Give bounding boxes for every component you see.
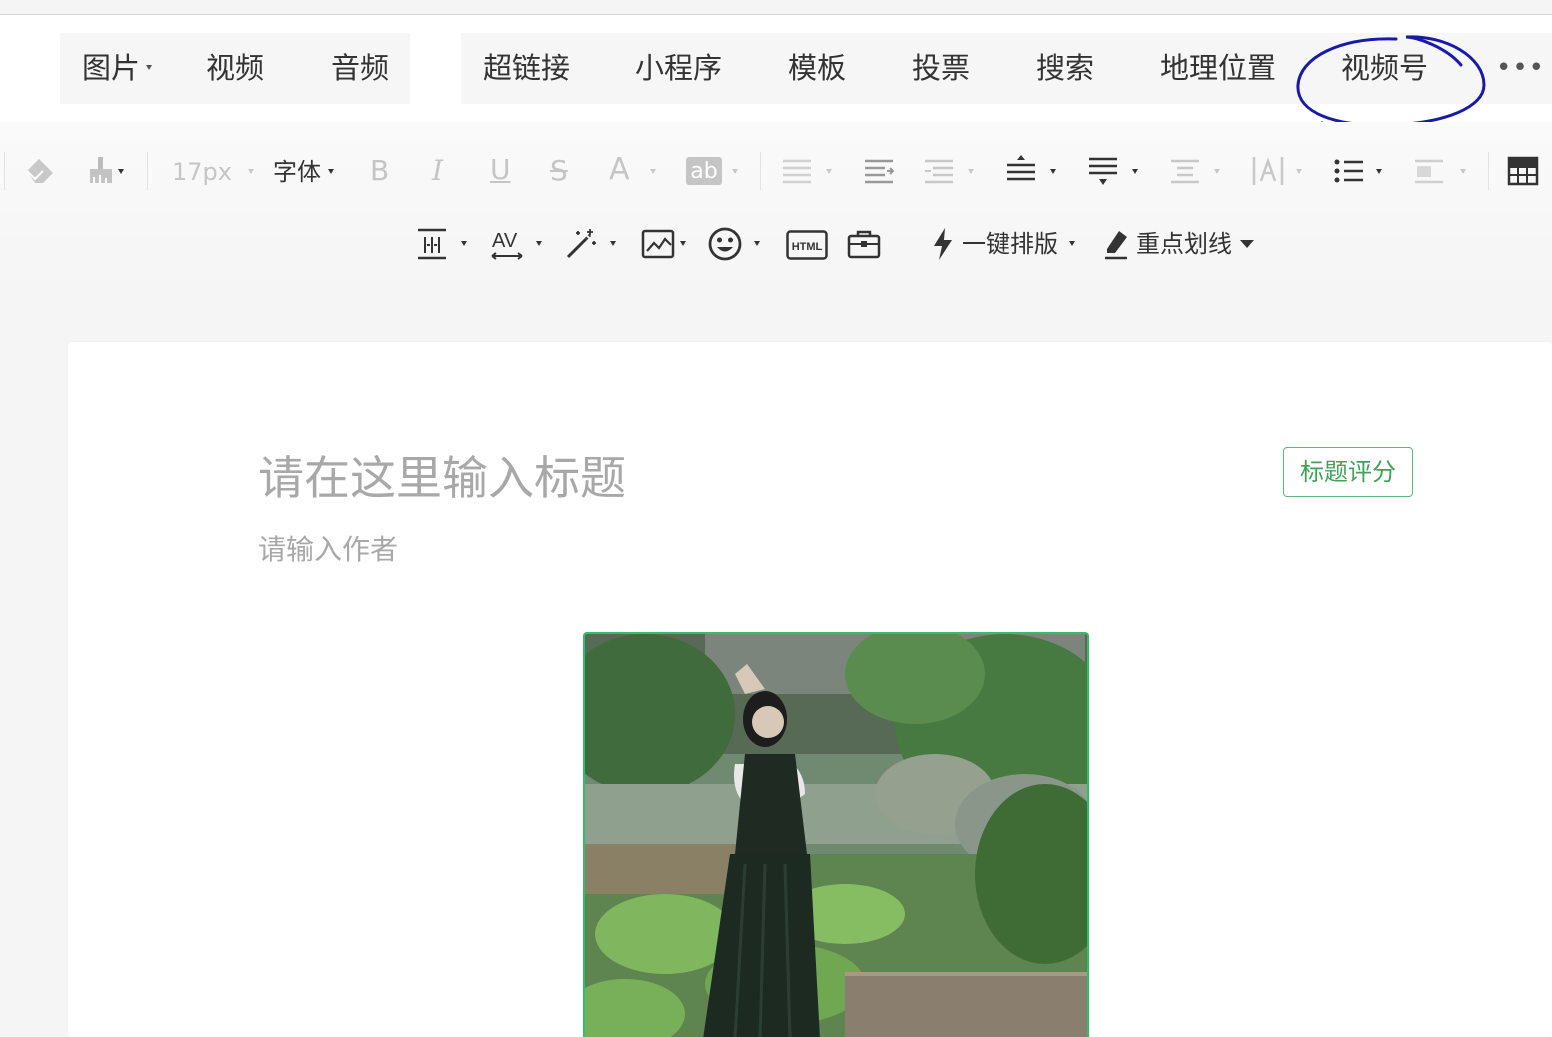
toolbox-icon[interactable] [846, 227, 882, 261]
toolbar-divider [147, 152, 148, 190]
chevron-down-icon [146, 64, 153, 70]
outdent-icon[interactable] [922, 156, 956, 186]
strikethrough-button[interactable]: S [550, 155, 568, 187]
toolbar-divider [1488, 152, 1489, 190]
chevron-down-icon[interactable] [1240, 240, 1254, 248]
chevron-down-icon[interactable] [1132, 169, 1138, 174]
menu-channels[interactable]: 视频号 [1341, 33, 1428, 104]
emoji-icon[interactable] [706, 225, 744, 263]
title-input[interactable]: 请在这里输入标题 [258, 442, 626, 508]
char-spacing-icon[interactable]: AV [488, 226, 526, 262]
tools-group: 超链接 小程序 模板 投票 搜索 地理位置 视频号 ••• [461, 33, 1552, 104]
menu-video[interactable]: 视频 [206, 33, 264, 104]
chevron-down-icon[interactable] [610, 241, 616, 246]
chevron-down-icon[interactable] [1214, 169, 1220, 174]
chevron-down-icon[interactable] [461, 241, 467, 246]
menu-mini-program[interactable]: 小程序 [635, 33, 722, 104]
editor-canvas: 请在这里输入标题 请输入作者 标题评分 [68, 342, 1552, 1037]
chevron-down-icon[interactable] [1050, 169, 1056, 174]
menu-image-label: 图片 [82, 51, 141, 85]
chevron-down-icon[interactable] [1296, 169, 1302, 174]
menu-location[interactable]: 地理位置 [1160, 33, 1276, 104]
media-group: 图片 视频 音频 [60, 33, 410, 104]
more-icon[interactable]: ••• [1496, 33, 1545, 104]
article-image[interactable] [583, 632, 1089, 1037]
chevron-down-icon[interactable] [826, 169, 832, 174]
photo-content [585, 634, 1087, 1037]
bg-color-button[interactable]: ab [686, 157, 722, 185]
insert-menu-bar: 图片 视频 音频 超链接 小程序 模板 投票 搜索 地理位置 视频号 ••• [0, 15, 1552, 135]
svg-text:AV: AV [492, 230, 518, 252]
insert-divider-icon[interactable] [414, 226, 450, 262]
html-label: HTML [792, 241, 823, 253]
letter-spacing-icon[interactable] [1250, 154, 1286, 188]
lightning-icon[interactable] [930, 226, 956, 262]
highlight-underline-button[interactable]: 重点划线 [1136, 228, 1232, 260]
italic-button[interactable]: I [432, 155, 443, 187]
menu-audio[interactable]: 音频 [331, 33, 389, 104]
title-score-button[interactable]: 标题评分 [1283, 447, 1413, 497]
format-painter-icon[interactable] [84, 150, 118, 190]
html-icon[interactable]: HTML [786, 230, 828, 260]
chevron-down-icon[interactable] [536, 241, 542, 246]
marker-icon[interactable] [1102, 226, 1130, 262]
float-align-icon[interactable] [1412, 156, 1446, 186]
bold-button[interactable]: B [370, 155, 389, 187]
chevron-down-icon[interactable] [118, 169, 124, 174]
font-size-select[interactable]: 17px [172, 156, 232, 188]
chevron-down-icon[interactable] [680, 241, 686, 246]
menu-image[interactable]: 图片 [82, 33, 153, 104]
chevron-down-icon[interactable] [732, 169, 738, 174]
eraser-icon[interactable] [20, 150, 60, 190]
list-icon[interactable] [1332, 156, 1366, 186]
paragraph-spacing-icon[interactable] [1004, 152, 1038, 188]
table-icon[interactable] [1506, 154, 1540, 188]
menu-vote[interactable]: 投票 [912, 33, 970, 104]
menu-search[interactable]: 搜索 [1036, 33, 1094, 104]
one-click-layout-button[interactable]: 一键排版 [962, 228, 1058, 260]
chevron-down-icon[interactable] [1460, 169, 1466, 174]
toolbar-divider [4, 152, 5, 190]
font-color-button[interactable]: A [609, 154, 630, 186]
indent-both-icon[interactable] [1168, 156, 1202, 186]
font-family-select[interactable]: 字体 [273, 156, 321, 188]
menu-hyperlink[interactable]: 超链接 [483, 33, 570, 104]
chevron-down-icon[interactable] [1069, 241, 1075, 246]
menu-template[interactable]: 模板 [788, 33, 846, 104]
align-icon[interactable] [780, 156, 814, 186]
author-input[interactable]: 请输入作者 [258, 528, 398, 568]
line-height-icon[interactable] [1086, 154, 1120, 190]
bg-color-label: ab [690, 158, 718, 184]
indent-icon[interactable] [862, 156, 896, 186]
format-toolbar [0, 122, 1552, 292]
chevron-down-icon[interactable] [248, 169, 254, 174]
chevron-down-icon[interactable] [754, 241, 760, 246]
magic-wand-icon[interactable] [563, 226, 599, 262]
chevron-down-icon[interactable] [1376, 169, 1382, 174]
chevron-down-icon[interactable] [968, 169, 974, 174]
image-icon[interactable] [640, 227, 676, 261]
chevron-down-icon[interactable] [328, 169, 334, 174]
chevron-down-icon[interactable] [650, 169, 656, 174]
underline-button[interactable]: U [490, 154, 511, 186]
toolbar-divider [760, 152, 761, 190]
